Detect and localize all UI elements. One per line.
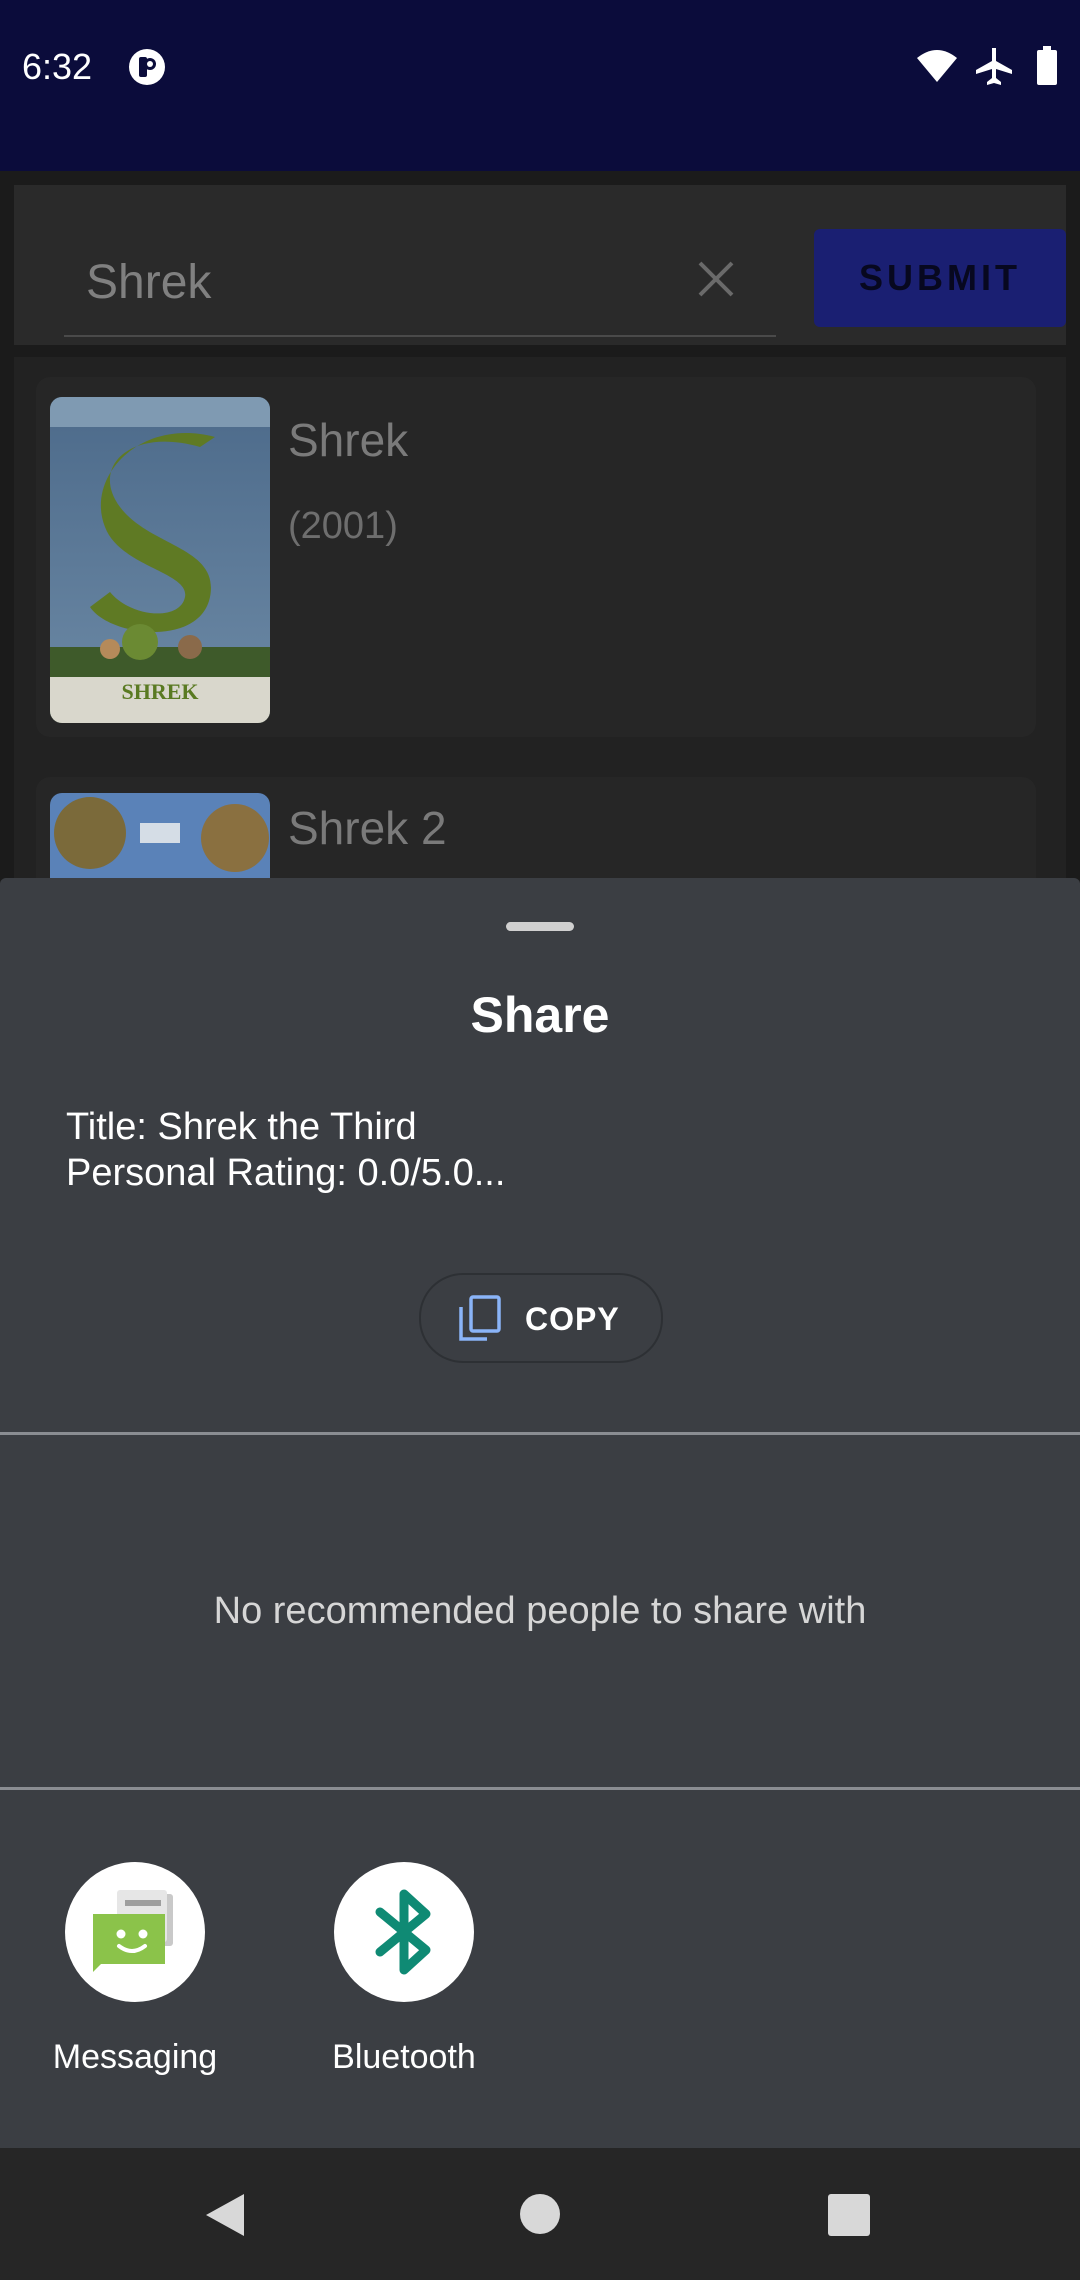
results-list: SHREK Shrek (2001) Shrek 2 <box>14 357 1066 1137</box>
clear-icon[interactable] <box>694 257 738 301</box>
sheet-drag-handle[interactable] <box>506 922 574 931</box>
share-target-messaging[interactable]: Messaging <box>53 1862 217 2076</box>
submit-button[interactable]: SUBMIT <box>814 229 1066 327</box>
bluetooth-icon <box>375 1889 431 1975</box>
search-input[interactable]: Shrek <box>64 235 776 337</box>
share-target-label: Messaging <box>52 2038 218 2076</box>
recents-icon[interactable] <box>828 2194 870 2236</box>
poster-title: SHREK <box>121 679 198 704</box>
copy-label: COPY <box>525 1301 620 1337</box>
bluetooth-app-button[interactable] <box>334 1862 474 2002</box>
search-query: Shrek <box>86 256 212 309</box>
status-time: 6:32 <box>22 46 93 87</box>
movie-poster: SHREK <box>50 397 270 723</box>
result-title: Shrek <box>288 414 409 466</box>
wifi-icon <box>917 50 957 82</box>
share-preview-text: Title: Shrek the Third Personal Rating: … <box>66 1106 506 1194</box>
app-content: Shrek SUBMIT SHREK Shrek (2001) Shrek 2 <box>0 171 1080 1137</box>
copy-icon <box>459 1295 501 1341</box>
back-icon[interactable] <box>204 2192 246 2238</box>
result-year: (2001) <box>288 505 398 547</box>
search-card: Shrek SUBMIT <box>14 185 1066 345</box>
messaging-icon <box>93 1890 173 1972</box>
result-card[interactable]: SHREK Shrek (2001) <box>36 377 1036 737</box>
home-icon[interactable] <box>520 2194 560 2234</box>
share-sheet: Share Title: Shrek the Third Personal Ra… <box>0 878 1080 2148</box>
status-bar: 6:32 <box>0 0 1080 171</box>
divider <box>0 1432 1080 1435</box>
sheet-title: Share <box>470 987 610 1043</box>
airplane-mode-icon <box>976 48 1012 85</box>
app-notification-icon <box>129 49 165 85</box>
no-recommended-people-text: No recommended people to share with <box>213 1590 867 1632</box>
copy-button[interactable]: COPY <box>419 1273 663 1363</box>
divider <box>0 1787 1080 1790</box>
result-title: Shrek 2 <box>288 802 447 854</box>
share-target-bluetooth[interactable]: Bluetooth <box>332 1862 476 2076</box>
battery-icon <box>1037 46 1057 85</box>
share-target-label: Bluetooth <box>332 2038 476 2076</box>
navigation-bar <box>0 2148 1080 2280</box>
messaging-app-button[interactable] <box>65 1862 205 2002</box>
